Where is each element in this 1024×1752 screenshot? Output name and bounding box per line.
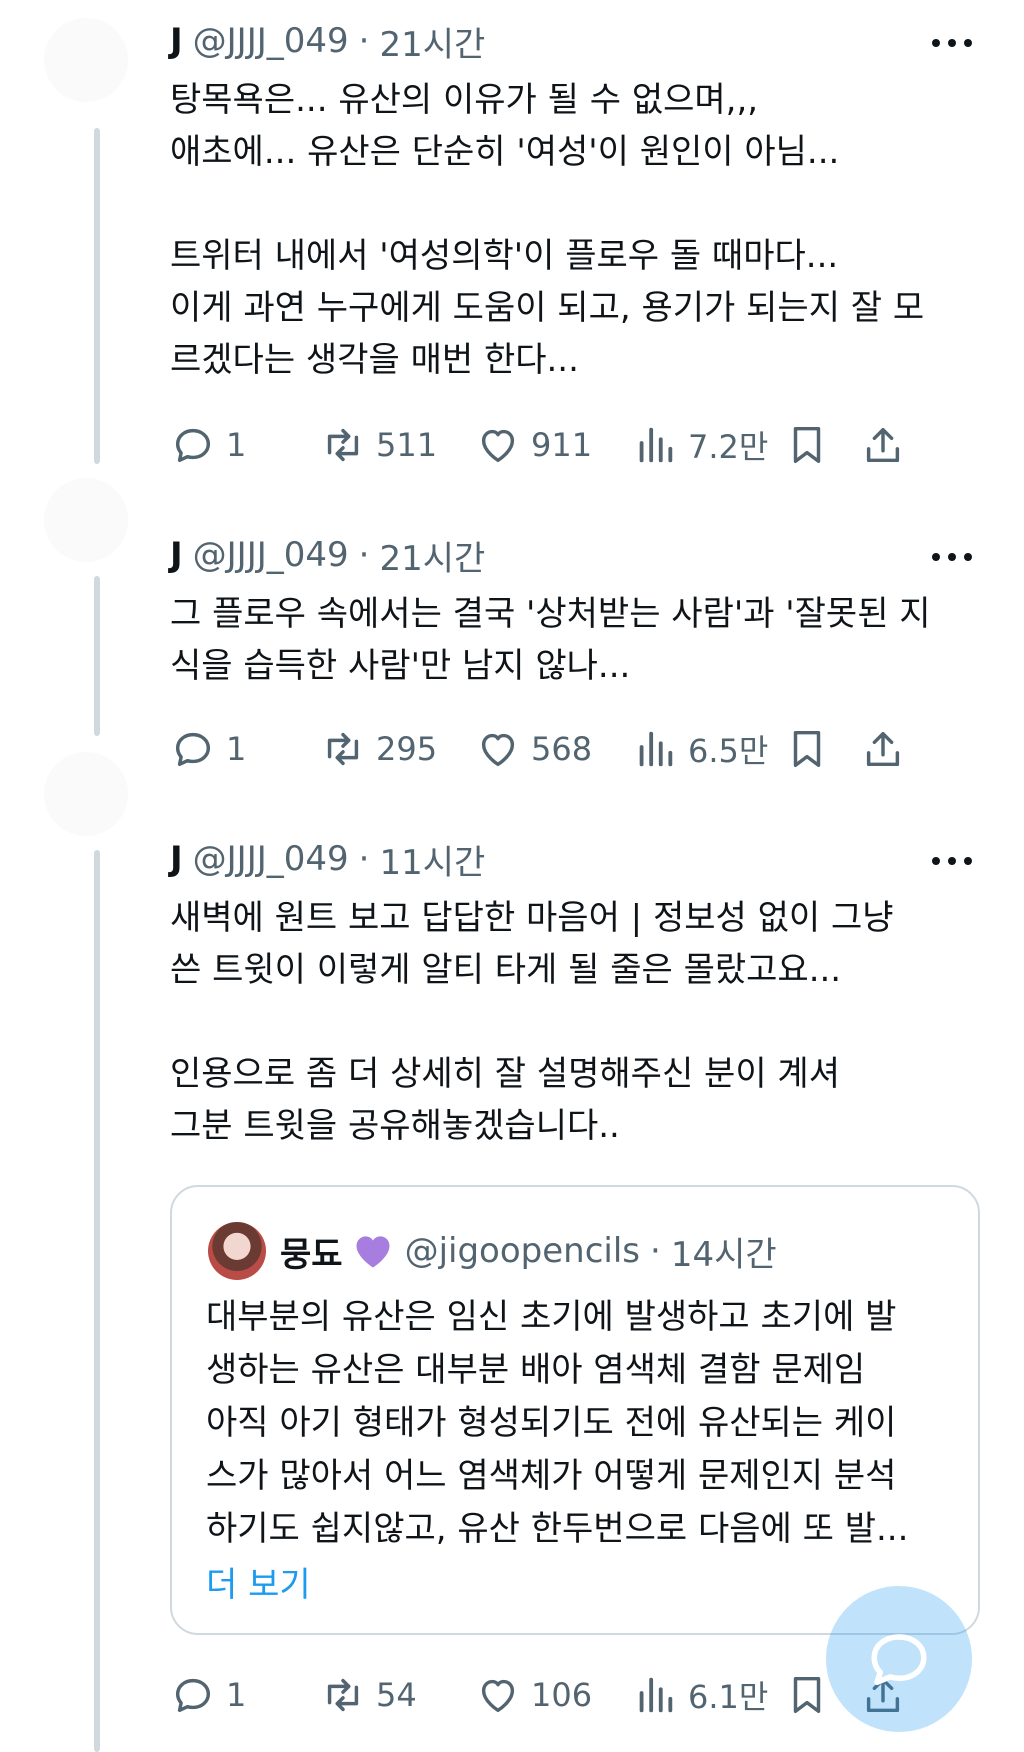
timestamp[interactable]: 21시간: [379, 531, 485, 580]
reply-count: 1: [226, 426, 247, 464]
bookmark-icon: [793, 1676, 821, 1714]
reply-icon: [175, 732, 211, 767]
retweet-icon: [327, 428, 359, 462]
separator: ·: [358, 839, 370, 879]
show-more-link[interactable]: 더 보기: [206, 1557, 311, 1606]
bookmark-button[interactable]: [784, 724, 830, 774]
tweet-text: 탕목욕은... 유산의 이유가 될 수 없으며,,, 애초에... 유산은 단순…: [170, 80, 925, 380]
tweet-header: J @JJJJ_049 · 21시간: [170, 16, 485, 66]
heart-icon: [481, 1679, 515, 1713]
separator: ·: [358, 21, 370, 61]
quoted-tweet-header: 뭉됴 @jigoopencils · 14시간: [208, 1221, 777, 1281]
retweet-button[interactable]: 511: [320, 420, 437, 470]
compose-button[interactable]: [826, 1586, 972, 1732]
bookmark-icon: [793, 730, 821, 768]
quoted-user-handle[interactable]: @jigoopencils: [405, 1231, 640, 1271]
retweet-count: 54: [376, 1676, 417, 1714]
avatar[interactable]: [44, 18, 128, 102]
reply-count: 1: [226, 730, 247, 768]
reply-count: 1: [226, 1676, 247, 1714]
tweet-actions: 1 295 568 6.5만: [170, 724, 990, 774]
retweet-button[interactable]: 295: [320, 724, 437, 774]
retweet-button[interactable]: 54: [320, 1670, 417, 1720]
like-count: 568: [531, 730, 593, 768]
like-button[interactable]: 911: [475, 420, 592, 470]
separator: ·: [650, 1231, 661, 1271]
display-name[interactable]: J: [170, 21, 183, 61]
like-count: 106: [531, 1676, 593, 1714]
more-icon: [932, 553, 940, 561]
views-icon: [639, 731, 673, 767]
user-handle[interactable]: @JJJJ_049: [193, 535, 349, 575]
bookmark-button[interactable]: [784, 420, 830, 470]
separator: ·: [358, 535, 370, 575]
quoted-display-name[interactable]: 뭉됴: [280, 1227, 343, 1276]
retweet-icon: [327, 1678, 359, 1712]
quoted-tweet[interactable]: 뭉됴 @jigoopencils · 14시간 대부분의 유산은 임신 초기에 …: [170, 1185, 980, 1635]
compose-icon: [871, 1634, 927, 1686]
purple-heart-icon: [356, 1236, 390, 1268]
tweet-header: J @JJJJ_049 · 11시간: [170, 834, 485, 884]
views-button[interactable]: 6.5만: [632, 724, 768, 774]
reply-icon: [175, 1678, 211, 1713]
tweet-header: J @JJJJ_049 · 21시간: [170, 530, 485, 580]
retweet-icon: [327, 732, 359, 766]
reply-button[interactable]: 1: [170, 1670, 246, 1720]
bookmark-button[interactable]: [784, 1670, 830, 1720]
display-name[interactable]: J: [170, 839, 183, 879]
more-button[interactable]: [930, 536, 974, 576]
like-button[interactable]: 568: [475, 724, 592, 774]
reply-button[interactable]: 1: [170, 724, 246, 774]
user-handle[interactable]: @JJJJ_049: [193, 839, 349, 879]
more-button[interactable]: [930, 22, 974, 62]
views-button[interactable]: 7.2만: [632, 420, 768, 470]
bookmark-icon: [793, 426, 821, 464]
views-count: 7.2만: [688, 428, 769, 466]
quoted-avatar[interactable]: [208, 1222, 266, 1280]
share-icon: [866, 731, 900, 767]
retweet-count: 511: [376, 426, 438, 464]
retweet-count: 295: [376, 730, 438, 768]
heart-icon: [481, 733, 515, 767]
views-icon: [639, 427, 673, 463]
tweet-text: 그 플로우 속에서는 결국 '상처받는 사람'과 '잘못된 지 식을 습득한 사…: [170, 594, 931, 686]
timestamp[interactable]: 11시간: [379, 835, 485, 884]
views-count: 6.1만: [688, 1678, 769, 1716]
more-button[interactable]: [930, 840, 974, 880]
quoted-timestamp: 14시간: [670, 1234, 777, 1275]
user-handle[interactable]: @JJJJ_049: [193, 21, 349, 61]
thread-line: [94, 128, 100, 464]
more-icon: [932, 857, 940, 865]
tweet-text: 새벽에 원트 보고 답답한 마음어 | 정보성 없이 그냥 쓴 트윗이 이렇게 …: [170, 898, 894, 1146]
tweet-actions: 1 511 911 7.2만: [170, 420, 990, 470]
share-button[interactable]: [860, 420, 906, 470]
thread-line: [94, 576, 100, 736]
thread-line: [94, 850, 100, 1752]
more-icon: [932, 39, 940, 47]
like-button[interactable]: 106: [475, 1670, 592, 1720]
quoted-tweet-text: 대부분의 유산은 임신 초기에 발생하고 초기에 발 생하는 유산은 대부분 배…: [206, 1297, 909, 1549]
avatar[interactable]: [44, 752, 128, 836]
views-count: 6.5만: [688, 732, 769, 770]
like-count: 911: [531, 426, 593, 464]
display-name[interactable]: J: [170, 535, 183, 575]
share-icon: [866, 427, 900, 463]
share-button[interactable]: [860, 724, 906, 774]
heart-icon: [481, 429, 515, 463]
reply-icon: [175, 428, 211, 463]
timestamp[interactable]: 21시간: [379, 17, 485, 66]
views-icon: [639, 1677, 673, 1713]
avatar[interactable]: [44, 478, 128, 562]
views-button[interactable]: 6.1만: [632, 1670, 768, 1720]
reply-button[interactable]: 1: [170, 420, 246, 470]
